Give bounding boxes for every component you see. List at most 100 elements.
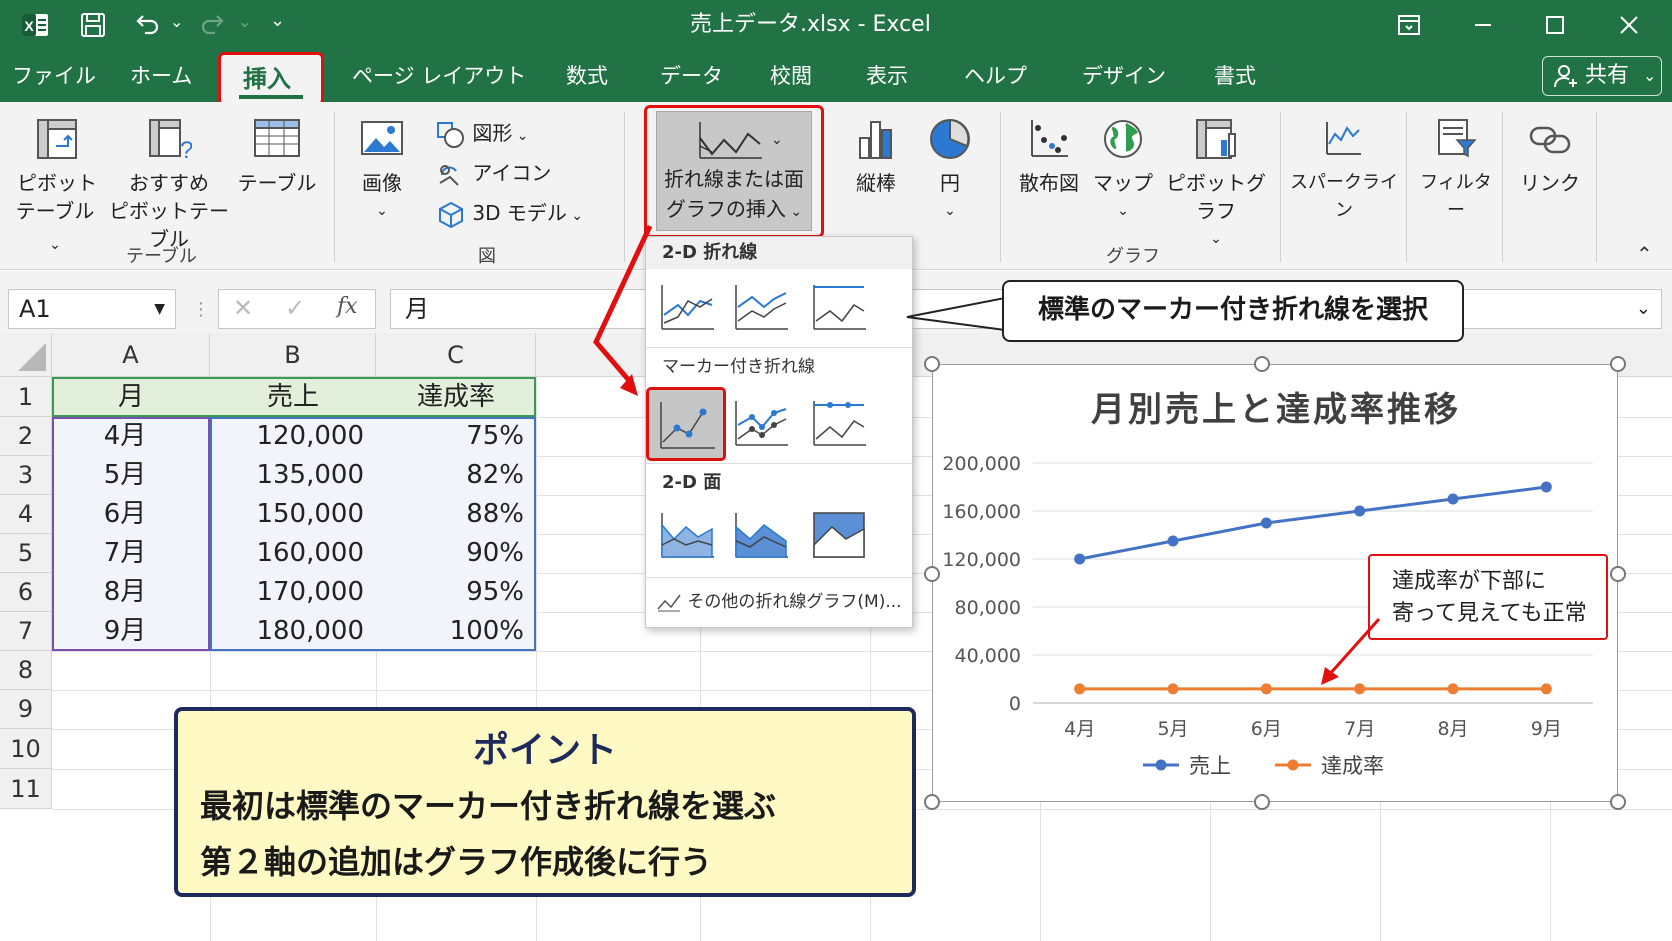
row-header[interactable]: 7 xyxy=(0,612,52,651)
tab-format[interactable]: 書式 xyxy=(1214,50,1256,102)
undo-icon[interactable] xyxy=(130,8,164,42)
tab-review[interactable]: 校閲 xyxy=(770,50,812,102)
pie-chart-label: 円 xyxy=(940,171,960,195)
pie-chart-button[interactable]: 円 ⌄ xyxy=(920,116,980,225)
share-button[interactable]: 共有 ⌄ xyxy=(1542,56,1662,96)
chart-resize-handle[interactable] xyxy=(924,356,940,372)
y-tick-label: 80,000 xyxy=(955,597,1021,619)
select-all-corner[interactable] xyxy=(0,333,52,377)
pivot-table-label-2: テーブル xyxy=(15,199,95,223)
stacked-line-markers-option-icon[interactable] xyxy=(730,393,792,453)
group-label-table: テーブル xyxy=(126,246,197,267)
globe-icon xyxy=(1104,120,1142,158)
column-header-b[interactable]: B xyxy=(210,333,376,377)
3d-model-button[interactable]: 3D モデル ⌄ xyxy=(436,198,583,228)
chart-resize-handle[interactable] xyxy=(924,566,940,582)
icons-button[interactable]: アイコン xyxy=(436,158,551,188)
legend-swatch-marker xyxy=(1287,759,1299,771)
group-label-chart: グラフ xyxy=(1106,246,1160,267)
ribbon-display-icon[interactable] xyxy=(1392,8,1426,42)
recommended-pivot-label-1: おすすめ xyxy=(129,171,209,195)
column-chart-icon xyxy=(859,121,892,159)
icons-label: アイコン xyxy=(472,161,552,185)
tab-insert[interactable]: 挿入 xyxy=(218,52,324,106)
ribbon-separator xyxy=(1596,112,1597,262)
redo-dropdown-icon[interactable]: ⌄ xyxy=(238,12,251,31)
selection-header-range xyxy=(52,377,536,417)
line-chart-icon xyxy=(699,122,762,159)
row-header[interactable]: 11 xyxy=(0,769,52,809)
confirm-entry-icon[interactable]: ✓ xyxy=(285,294,305,322)
shapes-button[interactable]: 図形 ⌄ xyxy=(436,118,529,148)
chart-resize-handle[interactable] xyxy=(924,794,940,810)
image-button[interactable]: 画像 ⌄ xyxy=(350,116,414,225)
chart-annotation-line-2: 寄って見えても正常 xyxy=(1392,601,1587,626)
redo-icon[interactable] xyxy=(196,8,230,42)
tab-help[interactable]: ヘルプ xyxy=(964,50,1027,102)
pivot-chart-button[interactable]: ピボットグラフ ⌄ xyxy=(1166,116,1266,253)
tab-data[interactable]: データ xyxy=(660,50,723,102)
row-header[interactable]: 5 xyxy=(0,534,52,573)
row-header[interactable]: 4 xyxy=(0,495,52,534)
tab-file[interactable]: ファイル xyxy=(12,50,96,102)
series-line-sales xyxy=(1079,485,1547,561)
pivot-table-button[interactable]: ピボット テーブル ⌄ xyxy=(14,116,100,259)
collapse-ribbon-icon[interactable]: ⌃ xyxy=(1636,242,1653,266)
cancel-entry-icon[interactable]: ✕ xyxy=(233,294,253,322)
tab-home[interactable]: ホーム xyxy=(130,50,192,102)
stacked-line-option-icon[interactable] xyxy=(730,277,792,337)
map-chart-button[interactable]: マップ ⌄ xyxy=(1090,116,1156,225)
column-header-a[interactable]: A xyxy=(52,333,210,377)
row-header[interactable]: 6 xyxy=(0,573,52,612)
pie-chart-icon xyxy=(930,118,970,159)
customize-qat-icon[interactable]: ⌄ xyxy=(270,10,285,31)
row-header[interactable]: 10 xyxy=(0,729,52,769)
percent-line-markers-option-icon[interactable] xyxy=(808,393,870,453)
pivot-table-icon xyxy=(37,119,77,159)
chart-resize-handle[interactable] xyxy=(1610,566,1626,582)
percent-area-option-icon[interactable] xyxy=(808,505,870,565)
row-header[interactable]: 2 xyxy=(0,417,52,456)
row-header[interactable]: 8 xyxy=(0,651,52,690)
gallery-divider xyxy=(646,347,912,348)
recommended-pivot-icon: ? xyxy=(149,119,193,164)
sparkline-button[interactable]: スパークライン xyxy=(1288,116,1400,225)
tab-design[interactable]: デザイン xyxy=(1082,50,1166,102)
scatter-chart-button[interactable]: 散布図 xyxy=(1012,116,1086,197)
tab-formulas[interactable]: 数式 xyxy=(566,50,608,102)
column-chart-button[interactable]: 縦棒 xyxy=(846,116,906,197)
expand-formula-bar-icon[interactable]: ⌄ xyxy=(1636,290,1651,328)
window-title: 売上データ.xlsx - Excel xyxy=(690,12,931,37)
close-icon[interactable] xyxy=(1612,8,1646,42)
percent-stacked-line-option-icon[interactable] xyxy=(808,277,870,337)
chart-resize-handle[interactable] xyxy=(1254,356,1270,372)
filter-button[interactable]: フィルター xyxy=(1414,116,1498,225)
name-box[interactable]: A1 ▼ xyxy=(8,289,176,329)
area-option-icon[interactable] xyxy=(656,505,718,565)
chart-object[interactable]: 月別売上と達成率推移 200,000 160,000 120,000 80,000 40,… xyxy=(932,364,1618,802)
chart-resize-handle[interactable] xyxy=(1610,356,1626,372)
x-tick-label: 7月 xyxy=(1344,718,1375,740)
drag-handle-icon[interactable]: ⋮ xyxy=(192,299,210,320)
row-header[interactable]: 1 xyxy=(0,377,52,417)
link-button[interactable]: リンク xyxy=(1514,116,1586,197)
recommended-pivot-button[interactable]: ? おすすめ ピボットテーブル xyxy=(104,116,234,253)
row-header[interactable]: 9 xyxy=(0,690,52,729)
column-header-c[interactable]: C xyxy=(376,333,536,377)
chart-title: 月別売上と達成率推移 xyxy=(1091,390,1461,430)
scatter-chart-label: 散布図 xyxy=(1019,171,1079,195)
stacked-area-option-icon[interactable] xyxy=(730,505,792,565)
row-header[interactable]: 3 xyxy=(0,456,52,495)
minimize-icon[interactable] xyxy=(1466,8,1500,42)
undo-dropdown-icon[interactable]: ⌄ xyxy=(170,12,183,31)
more-line-charts-link[interactable]: その他の折れ線グラフ(M)... xyxy=(656,587,902,613)
name-box-dropdown-icon[interactable]: ▼ xyxy=(154,290,165,328)
chart-resize-handle[interactable] xyxy=(1254,794,1270,810)
maximize-icon[interactable] xyxy=(1538,8,1572,42)
chart-resize-handle[interactable] xyxy=(1610,794,1626,810)
insert-function-button[interactable]: fx xyxy=(337,294,358,319)
save-icon[interactable] xyxy=(76,8,110,42)
tab-page-layout[interactable]: ページ レイアウト xyxy=(352,50,526,102)
tab-view[interactable]: 表示 xyxy=(866,50,908,102)
table-button[interactable]: テーブル xyxy=(236,116,318,197)
